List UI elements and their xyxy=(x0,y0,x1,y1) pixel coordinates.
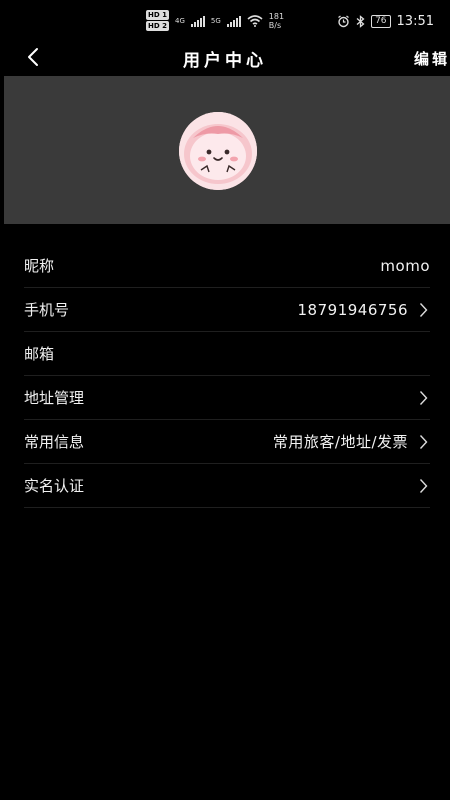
signal-icon xyxy=(190,15,205,27)
avatar-cartoon-icon xyxy=(179,112,257,190)
row-right: 常用旅客/地址/发票 xyxy=(273,431,430,452)
common-info-value: 常用旅客/地址/发票 xyxy=(272,433,408,451)
speed-value: 181 xyxy=(268,12,285,21)
row-label: 昵称 xyxy=(24,257,55,275)
network-5g-label: 5G xyxy=(210,17,221,25)
row-right: momo xyxy=(380,257,430,275)
hd-indicators: HD 1 HD 2 xyxy=(146,10,169,32)
status-bar: HD 1 HD 2 4G 5G 181 B/s 76 13:51 xyxy=(0,0,450,42)
row-address-management[interactable]: 地址管理 xyxy=(24,376,430,420)
signal-icon-2 xyxy=(226,15,241,27)
status-left: HD 1 HD 2 4G 5G 181 B/s xyxy=(146,10,284,32)
page-title: 用户中心 xyxy=(183,51,267,71)
battery-indicator: 76 xyxy=(371,15,391,28)
hd1-badge: HD 1 xyxy=(146,10,169,20)
row-right xyxy=(416,478,430,494)
row-label: 实名认证 xyxy=(24,477,85,495)
chevron-right-icon xyxy=(416,302,430,318)
status-time: 13:51 xyxy=(396,14,434,29)
speed-unit: B/s xyxy=(268,21,282,30)
wifi-icon xyxy=(247,15,263,27)
bluetooth-icon xyxy=(356,15,365,28)
chevron-right-icon xyxy=(416,390,430,406)
row-right xyxy=(416,390,430,406)
chevron-right-icon xyxy=(416,478,430,494)
row-label: 常用信息 xyxy=(24,433,85,451)
row-common-info[interactable]: 常用信息 常用旅客/地址/发票 xyxy=(24,420,430,464)
phone-value: 18791946756 xyxy=(297,300,408,319)
row-label: 地址管理 xyxy=(24,389,85,407)
row-real-name-verification[interactable]: 实名认证 xyxy=(24,464,430,508)
row-phone[interactable]: 手机号 18791946756 xyxy=(24,288,430,332)
nickname-value: momo xyxy=(380,256,430,275)
header: 用户中心 编辑 xyxy=(0,42,450,76)
profile-banner xyxy=(4,76,450,224)
row-email[interactable]: 邮箱 xyxy=(24,332,430,376)
row-right: 18791946756 xyxy=(298,301,430,319)
network-4g-label: 4G xyxy=(174,17,185,25)
hd2-badge: HD 2 xyxy=(146,21,169,31)
status-right: 76 13:51 xyxy=(337,14,434,29)
row-label: 手机号 xyxy=(24,301,70,319)
profile-info-list: 昵称 momo 手机号 18791946756 邮箱 地址管理 常用信息 常用旅… xyxy=(24,244,430,508)
chevron-right-icon xyxy=(416,434,430,450)
edit-button[interactable]: 编辑 xyxy=(414,48,450,69)
row-nickname[interactable]: 昵称 momo xyxy=(24,244,430,288)
avatar[interactable] xyxy=(179,112,257,190)
row-label: 邮箱 xyxy=(24,345,55,363)
network-speed: 181 B/s xyxy=(269,12,284,30)
alarm-icon xyxy=(338,15,349,28)
